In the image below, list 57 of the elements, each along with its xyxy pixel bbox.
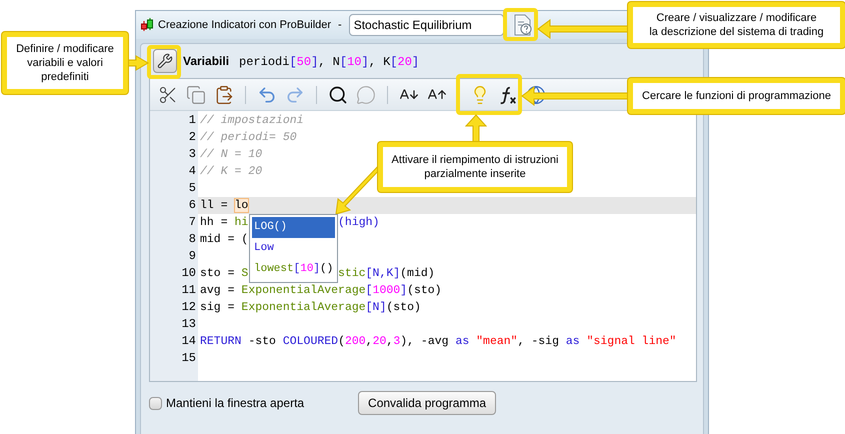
cut-icon[interactable] — [158, 84, 178, 104]
code-text: ll = lo — [200, 199, 248, 212]
variables-label: Variabili — [183, 53, 230, 70]
line-number: 15 — [180, 350, 197, 367]
suggestion-item[interactable]: LOG() — [252, 217, 335, 238]
highlight-frame — [456, 74, 522, 115]
callout-arrow — [128, 55, 149, 71]
title-separator: - — [337, 18, 343, 33]
undo-icon[interactable] — [257, 84, 277, 104]
line-number: 6 — [188, 197, 197, 214]
document-question-icon — [513, 14, 533, 36]
code-text: sig = ExponentialAverage[N](sto) — [200, 301, 421, 314]
suggestion-item[interactable]: Low — [252, 238, 335, 259]
code-text: (high) — [338, 216, 380, 229]
callout: Attivare il riempimento di istruzioni parzialmente inserite — [378, 142, 572, 192]
code-text: avg = ExponentialAverage[1000](sto) — [200, 284, 442, 297]
code-text: // N = 10 — [200, 148, 262, 161]
code-text: mid = ( — [200, 233, 248, 246]
variables-list: periodi[50], N[10], K[20] — [239, 53, 420, 71]
window-title: Creazione Indicatori con ProBuilder — [158, 18, 332, 33]
search-icon[interactable] — [328, 84, 348, 104]
candlestick-icon — [140, 17, 154, 33]
callout: Creare / visualizzare / modificare la descrizione del sistema di trading — [628, 2, 845, 48]
code-text: // impostazioni — [200, 114, 304, 127]
wrench-icon — [157, 53, 173, 69]
line-number: 10 — [180, 265, 197, 282]
highlight-frame — [147, 45, 181, 79]
keep-open-checkbox[interactable]: Mantieni la finestra aperta — [149, 394, 304, 412]
line-number: 11 — [180, 282, 197, 299]
validate-button[interactable]: Convalida programma — [358, 391, 496, 415]
variables-button[interactable] — [153, 49, 177, 73]
code-text: // K = 20 — [200, 165, 262, 178]
code-text: RETURN -sto COLOURED(200,20,3), -avg as "mean", -sig as "signal line" — [200, 335, 676, 348]
highlight-frame — [503, 8, 538, 41]
callout: Definire / modificare variabili e valori predefiniti — [2, 32, 128, 94]
line-number: 3 — [188, 146, 197, 163]
line-number: 14 — [180, 333, 197, 350]
line-number: 13 — [180, 316, 197, 333]
line-number: 12 — [180, 299, 197, 316]
line-number: 8 — [188, 231, 197, 248]
line-number: 7 — [188, 214, 197, 231]
code-text: // periodi= 50 — [200, 131, 297, 144]
copy-icon[interactable] — [186, 84, 206, 104]
code-text: hh = hi — [200, 216, 248, 229]
callout: Cercare le funzioni di programmazione — [628, 78, 845, 114]
function-icon[interactable] — [498, 84, 518, 104]
line-number: 5 — [188, 180, 197, 197]
code-text: sto = S — [200, 267, 248, 280]
code-text: stic[N,K](mid) — [338, 267, 435, 280]
suggestion-item[interactable]: lowest[10]() — [252, 259, 335, 280]
callout-arrow — [464, 114, 488, 142]
line-number: 9 — [188, 248, 197, 265]
name-field[interactable]: Stochastic Equilibrium — [348, 14, 504, 36]
line-number: 1 — [188, 112, 197, 129]
line-number: 4 — [188, 163, 197, 180]
line-number: 2 — [188, 129, 197, 146]
paste-icon[interactable] — [214, 84, 234, 104]
